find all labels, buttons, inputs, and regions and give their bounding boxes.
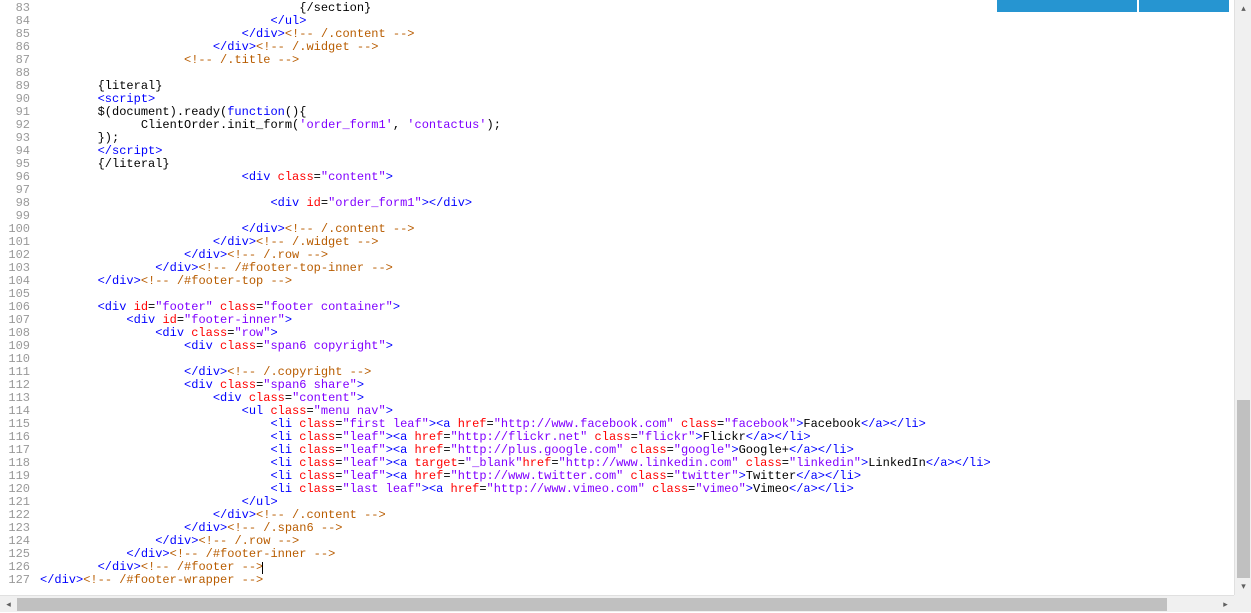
- code-line[interactable]: <div id="order_form1"></div>: [40, 197, 1231, 210]
- code-line[interactable]: <!-- /.title -->: [40, 54, 1231, 67]
- code-line[interactable]: });: [40, 132, 1231, 145]
- scroll-right-button[interactable]: ▸: [1217, 596, 1234, 613]
- line-number: 127: [0, 574, 30, 587]
- code-line[interactable]: [40, 67, 1231, 80]
- scroll-down-button[interactable]: ▾: [1235, 578, 1251, 595]
- vertical-scroll-thumb[interactable]: [1237, 400, 1250, 580]
- code-line[interactable]: </div><!-- /#footer-wrapper -->: [40, 574, 1231, 587]
- horizontal-scrollbar[interactable]: ◂ ▸: [0, 595, 1234, 612]
- scroll-left-button[interactable]: ◂: [0, 596, 17, 613]
- scroll-up-button[interactable]: ▴: [1235, 0, 1251, 17]
- scrollbar-corner: [1234, 595, 1251, 612]
- code-line[interactable]: <div class="content">: [40, 171, 1231, 184]
- code-line[interactable]: <div class="span6 copyright">: [40, 340, 1231, 353]
- horizontal-scroll-thumb[interactable]: [17, 598, 1167, 611]
- code-line[interactable]: {literal}: [40, 80, 1231, 93]
- code-line[interactable]: </div><!-- /#footer-top -->: [40, 275, 1231, 288]
- code-area[interactable]: {/section} </ul> </div><!-- /.content --…: [40, 0, 1231, 587]
- line-number-gutter: 8384858687888990919293949596979899100101…: [0, 0, 36, 587]
- code-line[interactable]: </script>: [40, 145, 1231, 158]
- vertical-scrollbar[interactable]: ▴ ▾: [1234, 0, 1251, 595]
- code-editor[interactable]: 8384858687888990919293949596979899100101…: [0, 0, 1231, 592]
- code-line[interactable]: ClientOrder.init_form('order_form1', 'co…: [40, 119, 1231, 132]
